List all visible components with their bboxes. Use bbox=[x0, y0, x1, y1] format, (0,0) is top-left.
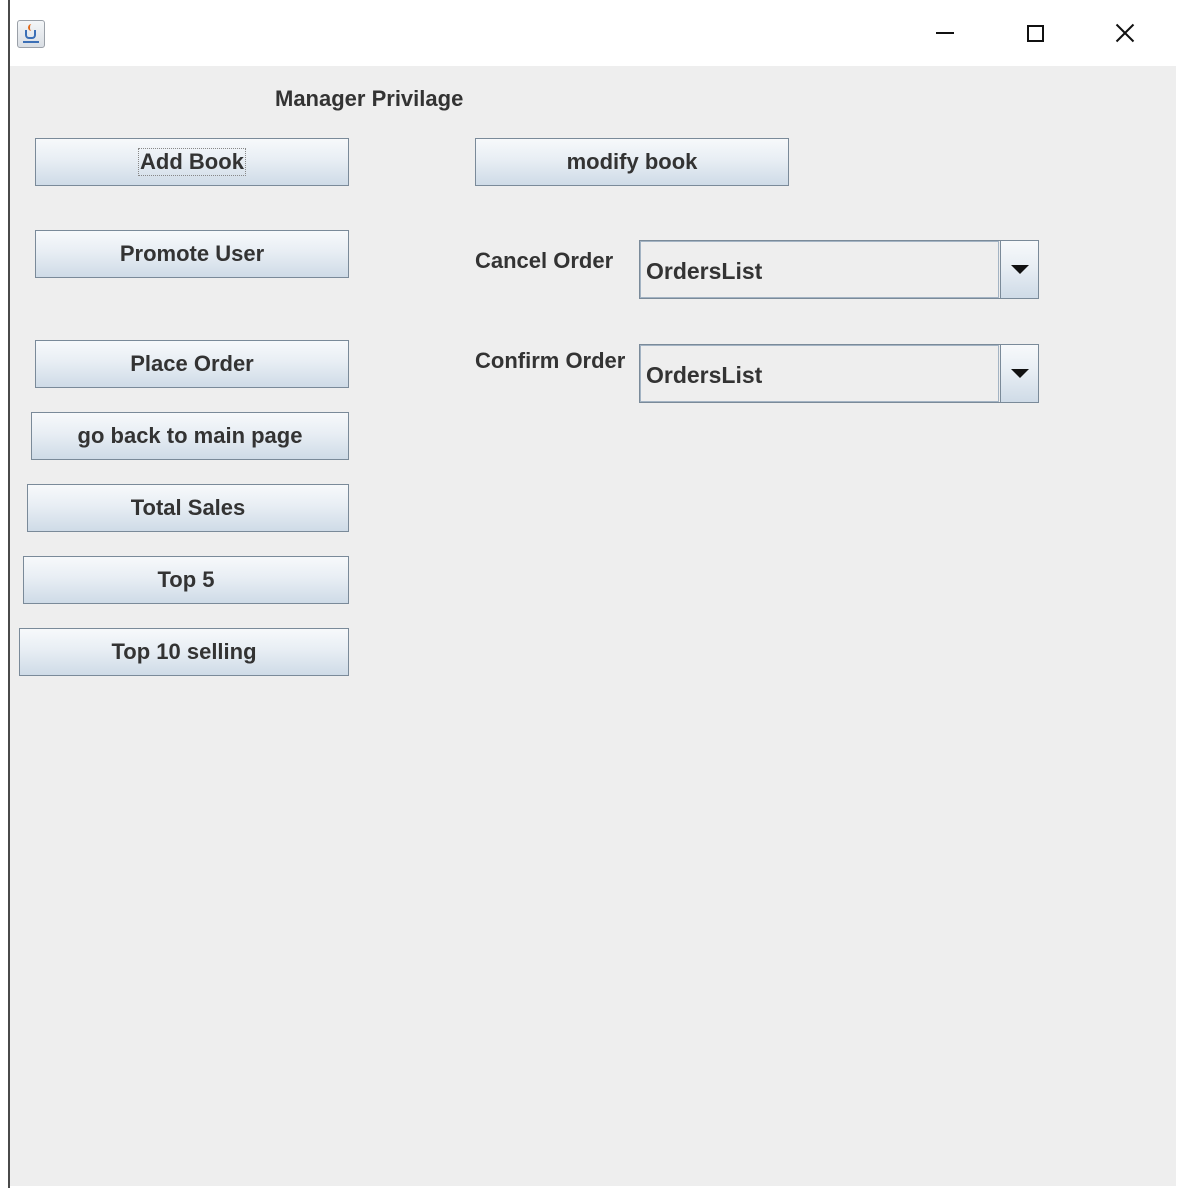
maximize-button[interactable] bbox=[990, 0, 1080, 66]
app-window: Manager Privilage Add Book modify book P… bbox=[0, 0, 1178, 1188]
cancel-order-dropdown[interactable]: OrdersList bbox=[639, 240, 1039, 299]
confirm-order-dropdown[interactable]: OrdersList bbox=[639, 344, 1039, 403]
close-button[interactable] bbox=[1080, 0, 1170, 66]
total-sales-button[interactable]: Total Sales bbox=[27, 484, 349, 532]
modify-book-button[interactable]: modify book bbox=[475, 138, 789, 186]
chevron-down-icon bbox=[1010, 265, 1029, 274]
close-icon bbox=[1114, 22, 1136, 44]
maximize-icon bbox=[1026, 24, 1044, 42]
chevron-down-icon bbox=[1010, 369, 1029, 378]
add-book-label: Add Book bbox=[138, 148, 246, 176]
top-5-button[interactable]: Top 5 bbox=[23, 556, 349, 604]
add-book-button[interactable]: Add Book bbox=[35, 138, 349, 186]
cancel-order-label: Cancel Order bbox=[475, 248, 614, 273]
cancel-order-dropdown-button[interactable] bbox=[1000, 241, 1038, 298]
page-title: Manager Privilage bbox=[275, 86, 464, 111]
top-10-selling-button[interactable]: Top 10 selling bbox=[19, 628, 349, 676]
confirm-order-dropdown-button[interactable] bbox=[1000, 345, 1038, 402]
promote-user-button[interactable]: Promote User bbox=[35, 230, 349, 278]
cancel-order-selected: OrdersList bbox=[640, 241, 999, 298]
confirm-order-selected: OrdersList bbox=[640, 345, 999, 402]
minimize-icon bbox=[936, 32, 954, 34]
manager-panel: Manager Privilage Add Book modify book P… bbox=[10, 66, 1176, 1186]
minimize-button[interactable] bbox=[900, 0, 990, 66]
place-order-button[interactable]: Place Order bbox=[35, 340, 349, 388]
go-back-button[interactable]: go back to main page bbox=[31, 412, 349, 460]
confirm-order-label: Confirm Order bbox=[475, 348, 626, 373]
java-app-icon[interactable] bbox=[17, 20, 45, 48]
